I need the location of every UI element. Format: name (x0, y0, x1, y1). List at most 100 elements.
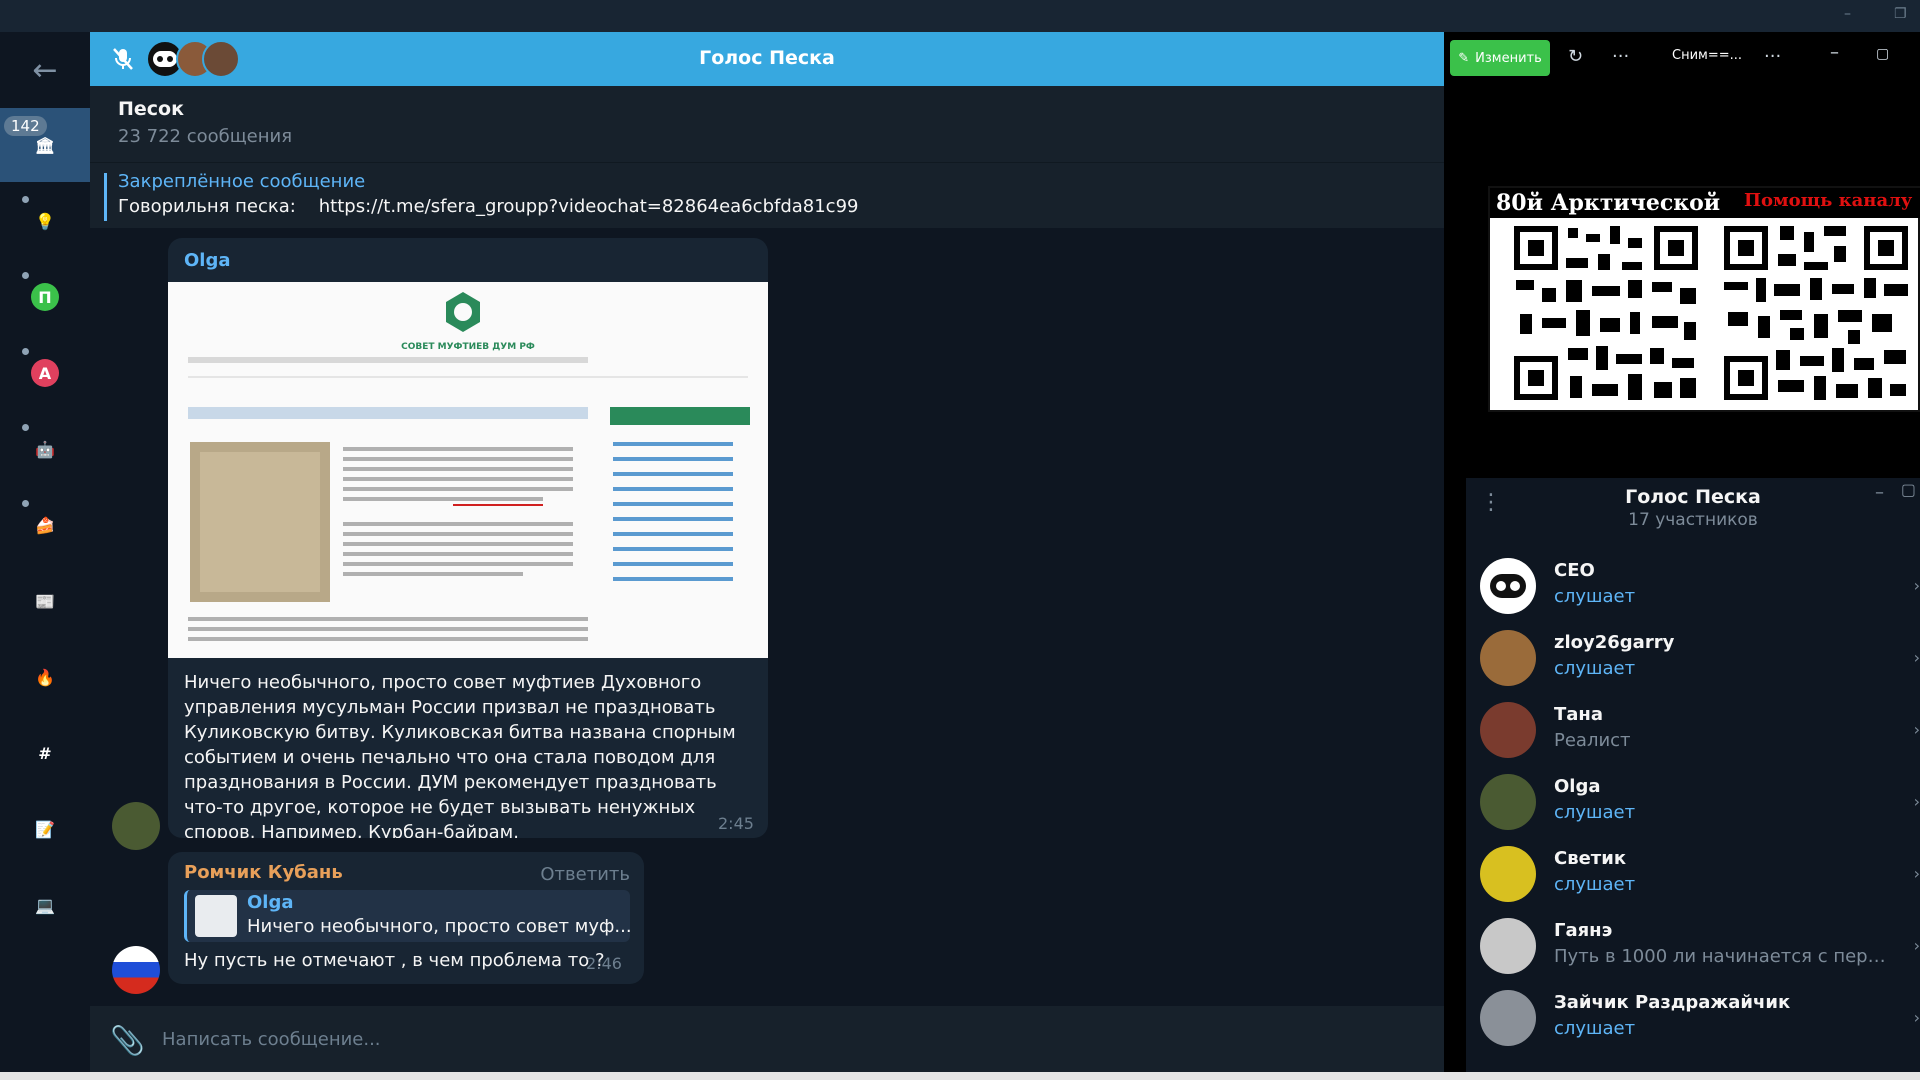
message-bubble[interactable]: Olga СОВЕТ МУФТИЕВ ДУМ РФ Ничего необычн… (168, 238, 768, 838)
pinned-title: Закреплённое сообщение (118, 171, 366, 192)
back-arrow-icon[interactable]: ← (28, 54, 62, 88)
laptop-icon: 💻 (31, 891, 59, 919)
mic-status-icon: › (1913, 648, 1920, 667)
os-minimize-icon[interactable]: – (1844, 6, 1851, 22)
message-text: Ну пусть не отмечают , в чем проблема то… (184, 950, 605, 971)
mic-status-icon: › (1913, 1008, 1920, 1027)
message-bubble[interactable]: Ромчик Кубань Ответить Olga Ничего необы… (168, 852, 644, 984)
participant-row[interactable]: Olga слушает › (1466, 766, 1920, 838)
unread-dot (22, 196, 29, 203)
qr-code-left (1506, 218, 1706, 408)
participant-status: слушает (1554, 586, 1636, 607)
participant-avatar (1480, 990, 1536, 1046)
news-icon: 📰 (31, 587, 59, 615)
os-title-bar: – ❐ (0, 0, 1920, 32)
qr-donation-banner: 80й Арктической Помощь каналу (1488, 186, 1920, 412)
folder-note-icon[interactable]: 📝 (0, 792, 90, 866)
reply-thumbnail (195, 895, 237, 937)
message-sender[interactable]: Olga (184, 250, 231, 271)
folder-folder-p[interactable]: П (0, 260, 90, 334)
photo-caption: СОВЕТ МУФТИЕВ ДУМ РФ (401, 342, 535, 352)
participant-avatar (1480, 774, 1536, 830)
message-count: 23 722 сообщения (118, 126, 293, 147)
mic-status-icon: › (1913, 792, 1920, 811)
panel-minimize-icon[interactable]: – (1875, 482, 1884, 503)
message-list[interactable]: Olga СОВЕТ МУФТИЕВ ДУМ РФ Ничего необычн… (90, 228, 1444, 1006)
hash-icon: # (31, 739, 59, 767)
participant-row[interactable]: CEO слушает › (1466, 550, 1920, 622)
message-input[interactable] (162, 1020, 1362, 1058)
qr-heading-right: Помощь каналу (1744, 190, 1913, 211)
sender-avatar[interactable] (112, 946, 160, 994)
folder-bulb-icon[interactable]: 💡 (0, 184, 90, 258)
unread-badge: 142 (4, 116, 47, 136)
bulb-icon: 💡 (31, 207, 59, 235)
unread-dot (22, 424, 29, 431)
message-sender[interactable]: Ромчик Кубань (184, 862, 343, 883)
participant-avatar (1480, 918, 1536, 974)
chat-header[interactable]: Песок 23 722 сообщения (90, 86, 1444, 162)
edit-button-label: Изменить (1475, 50, 1542, 66)
robot-icon: 🤖 (31, 435, 59, 463)
participant-name: zloy26garry (1554, 632, 1675, 653)
attach-paperclip-icon[interactable]: 📎 (110, 1024, 145, 1057)
reply-button[interactable]: Ответить (540, 864, 630, 885)
maximize-icon[interactable]: ▢ (1876, 46, 1889, 62)
folder-laptop-icon[interactable]: 💻 (0, 868, 90, 942)
folder-p-icon: П (31, 283, 59, 311)
folder-folder-a[interactable]: A (0, 336, 90, 410)
sender-avatar[interactable] (112, 802, 160, 850)
participant-name: Olga (1554, 776, 1601, 797)
composer: 📎 (90, 1006, 1444, 1072)
participant-status: Путь в 1000 ли начинается с перво... (1554, 946, 1894, 967)
unread-dot (22, 500, 29, 507)
participant-row[interactable]: Светик слушает › (1466, 838, 1920, 910)
unread-dot (22, 348, 29, 355)
taskbar-strip (0, 1072, 1920, 1080)
reply-quote[interactable]: Olga Ничего необычного, просто совет муф… (184, 890, 632, 942)
participant-status: Реалист (1554, 730, 1631, 751)
chat-title: Песок (118, 98, 184, 120)
qr-heading: 80й Арктической Помощь каналу (1490, 188, 1920, 218)
edit-icon: ✎ (1458, 50, 1470, 66)
more-icon[interactable]: ··· (1612, 46, 1629, 67)
cake-icon: 🍰 (31, 511, 59, 539)
folder-bank-icon[interactable]: 142 🏛 (0, 108, 90, 182)
participant-avatar (1480, 558, 1536, 614)
folder-news-icon[interactable]: 📰 (0, 564, 90, 638)
participant-count: 17 участников (1628, 510, 1758, 530)
participant-name: Гаянэ (1554, 920, 1613, 941)
participant-row[interactable]: zloy26garry слушает › (1466, 622, 1920, 694)
refresh-icon[interactable]: ↻ (1568, 46, 1583, 67)
voice-panel-title: Голос Песка (1625, 486, 1761, 508)
participant-row[interactable]: Гаянэ Путь в 1000 ли начинается с перво..… (1466, 910, 1920, 982)
participant-status: слушает (1554, 658, 1636, 679)
panel-maximize-icon[interactable]: ▢ (1901, 480, 1916, 499)
stream-source-label[interactable]: Сним==... (1672, 48, 1742, 63)
voice-chat-title: Голос Песка (699, 47, 835, 69)
message-photo[interactable]: СОВЕТ МУФТИЕВ ДУМ РФ (168, 282, 768, 658)
participant-avatar (1480, 846, 1536, 902)
more-options-icon[interactable]: ··· (1764, 46, 1781, 67)
folder-cake-icon[interactable]: 🍰 (0, 488, 90, 562)
mic-status-icon: › (1913, 936, 1920, 955)
note-icon: 📝 (31, 815, 59, 843)
folder-fire-icon[interactable]: 🔥 (0, 640, 90, 714)
edit-button[interactable]: ✎ Изменить (1450, 40, 1550, 76)
qr-code-right (1716, 218, 1916, 408)
participant-row[interactable]: Тана Реалист › (1466, 694, 1920, 766)
mic-status-icon: › (1913, 576, 1920, 595)
folder-hash-icon[interactable]: # (0, 716, 90, 790)
participant-row[interactable]: Зайчик Раздражайчик слушает › (1466, 982, 1920, 1054)
pinned-message[interactable]: Закреплённое сообщение Говорильня песка:… (90, 162, 1444, 228)
voice-chat-bar[interactable]: Голос Песка (90, 32, 1444, 86)
participant-name: Зайчик Раздражайчик (1554, 992, 1791, 1013)
unread-dot (22, 272, 29, 279)
participant-status: слушает (1554, 874, 1636, 895)
minimize-icon[interactable]: – (1830, 42, 1839, 63)
os-restore-icon[interactable]: ❐ (1894, 6, 1907, 22)
participant-status: слушает (1554, 1018, 1636, 1039)
pin-accent (104, 173, 107, 221)
folder-robot-icon[interactable]: 🤖 (0, 412, 90, 486)
fire-icon: 🔥 (31, 663, 59, 691)
